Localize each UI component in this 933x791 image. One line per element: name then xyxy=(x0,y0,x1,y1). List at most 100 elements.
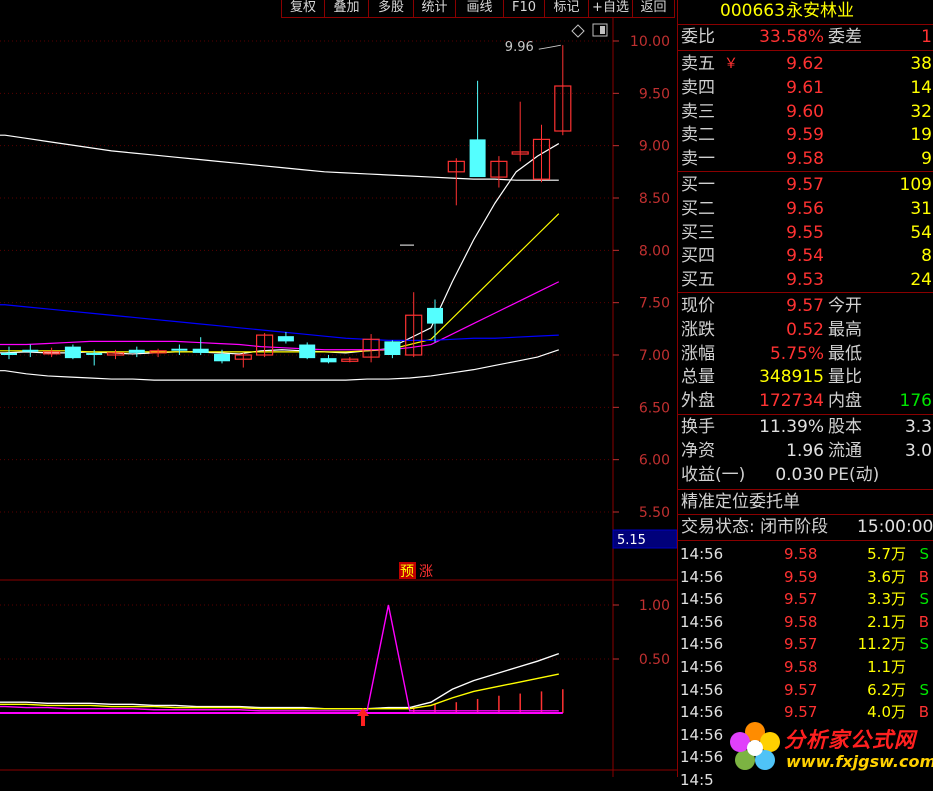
high-price-arrow-icon xyxy=(538,44,561,50)
stock-header[interactable]: 000663 永安林业 xyxy=(680,0,933,22)
price-axis-label: 6.50 xyxy=(639,400,670,416)
price-axis-label: 9.00 xyxy=(639,139,670,155)
buy-level-row[interactable]: 买五 9.53 24 xyxy=(680,269,933,291)
buy-price: 9.53 xyxy=(786,270,824,291)
candle-body xyxy=(277,336,294,342)
buy-level-row[interactable]: 买三 9.55 54 xyxy=(680,222,933,244)
tick-side: S xyxy=(919,545,929,563)
toolbar-button-2[interactable]: 叠加 xyxy=(324,0,369,18)
buy-level-row[interactable]: 买二 9.56 31 xyxy=(680,198,933,220)
tick-volume: 1.1万 xyxy=(867,658,906,676)
tick-volume: 3.3万 xyxy=(867,590,906,609)
candle-body xyxy=(86,352,103,355)
sell-volume: 9 xyxy=(921,149,932,170)
buy-level-row[interactable]: 买一 9.57 109 xyxy=(680,174,933,196)
tick-price: 9.58 xyxy=(784,612,818,631)
trade-status-label: 交易状态: 闭市阶段 xyxy=(681,517,829,537)
stat-label-2: 量比 xyxy=(828,367,862,388)
candle-body xyxy=(384,341,401,355)
stock-name: 永安林业 xyxy=(786,1,854,21)
signal-badge-text: 预 xyxy=(400,564,414,580)
chart-grid: 10.00 9.50 9.00 8.50 8.00 7.50 7.00 6.50 6.00 5.5… xyxy=(0,0,677,777)
tick-row[interactable]: 14:56 9.57 11.2万 S xyxy=(680,633,933,655)
sell-level-row[interactable]: 卖一 9.58 9 xyxy=(680,148,933,170)
kline-chart[interactable]: 10.00 9.50 9.00 8.50 8.00 7.50 7.00 6.50 6.00 5.5… xyxy=(0,0,677,777)
sell-level-row[interactable]: 卖五 ￥ 9.62 38 xyxy=(680,53,933,75)
stat-label-2: 流通 xyxy=(828,440,862,461)
tick-price: 9.57 xyxy=(784,680,818,699)
sell-level-row[interactable]: 卖二 9.59 19 xyxy=(680,124,933,146)
high-price-label: 9.96 xyxy=(505,40,534,55)
price-axis-label: 8.50 xyxy=(639,191,670,207)
price-axis-label: 5.50 xyxy=(639,505,670,521)
tick-volume: 2.1万 xyxy=(867,612,906,631)
watermark-cn: 分析家公式网 xyxy=(784,728,916,752)
weicha-label: 委差 xyxy=(828,27,862,47)
stat-label: 换手 xyxy=(681,417,715,437)
weicha-value: 1 xyxy=(921,27,932,47)
stat-label-2: 股本 xyxy=(828,417,862,437)
toolbar-button-6[interactable]: F10 xyxy=(503,0,545,18)
stat-label: 总量 xyxy=(681,367,715,388)
buy-volume: 24 xyxy=(910,270,932,291)
candle-body xyxy=(128,349,145,353)
buy-label: 买三 xyxy=(681,222,715,243)
tick-row[interactable]: 14:56 9.57 3.3万 S xyxy=(680,588,933,610)
sub-line-white xyxy=(0,652,560,710)
tick-price: 9.59 xyxy=(784,567,818,586)
tick-row[interactable]: 14:56 9.58 5.7万 S xyxy=(680,543,933,565)
tick-row[interactable]: 14:56 9.59 3.6万 B xyxy=(680,566,933,588)
toolbar-button-label: 统计 xyxy=(421,0,448,15)
sub-axis-label: 0.50 xyxy=(639,652,670,668)
toolbar-button-label: 标记 xyxy=(553,0,580,15)
toolbar-button-7[interactable]: 标记 xyxy=(544,0,589,18)
webi-label: 委比 xyxy=(681,27,715,47)
stat-row: 换手 11.39% 股本 3.3 xyxy=(680,416,933,438)
buy-label: 买一 xyxy=(681,175,715,195)
sell-price: 9.59 xyxy=(786,125,824,146)
stat-value: 348915 xyxy=(759,367,824,388)
webi-value: 33.58% xyxy=(759,27,824,47)
tick-time: 14:5 xyxy=(680,771,714,789)
buy-price: 9.55 xyxy=(786,222,824,243)
toolbar-button-label: F10 xyxy=(511,0,537,15)
chart-overlay: 9.96 5.15 预涨 xyxy=(357,23,677,726)
buy-volume: 54 xyxy=(910,222,932,243)
sell-price: 9.60 xyxy=(786,101,824,122)
toolbar-button-9[interactable]: 返回 xyxy=(632,0,675,18)
tick-time: 14:56 xyxy=(680,567,724,586)
tick-row[interactable]: 14:56 9.58 1.1万 xyxy=(680,656,933,678)
trade-status-time: 15:00:00 xyxy=(857,517,933,537)
toolbar-button-5[interactable]: 画线 xyxy=(455,0,504,18)
sell-volume: 32 xyxy=(910,101,932,122)
order-locator-title: 精准定位委托单 xyxy=(681,492,800,512)
stat-value: 1.96 xyxy=(786,440,824,461)
toolbar-button-4[interactable]: 统计 xyxy=(413,0,456,18)
sell-label: 卖二 xyxy=(681,125,715,146)
ma-line-ma5 xyxy=(0,349,559,381)
section-title[interactable]: 精准定位委托单 xyxy=(680,491,933,513)
sell-level-row[interactable]: 卖四 9.61 14 xyxy=(680,77,933,99)
buy-level-row[interactable]: 买四 9.54 8 xyxy=(680,245,933,267)
stat-value: 0.52 xyxy=(786,319,824,340)
tick-time: 14:56 xyxy=(680,545,724,563)
sell-level-row[interactable]: 卖三 9.60 32 xyxy=(680,101,933,123)
toolbar-button-3[interactable]: 多股 xyxy=(368,0,414,18)
buy-volume: 31 xyxy=(910,198,932,219)
toolbar-button-label: 返回 xyxy=(640,0,667,15)
window-icon-inner xyxy=(600,26,605,34)
stat-label: 现价 xyxy=(681,296,715,316)
buy-price: 9.57 xyxy=(786,175,824,195)
candle-body xyxy=(214,353,230,362)
tick-side: S xyxy=(919,590,929,609)
diamond-icon[interactable] xyxy=(571,24,585,38)
sell-volume: 14 xyxy=(910,77,932,98)
candle-body xyxy=(427,307,443,324)
toolbar-button-1[interactable]: 复权 xyxy=(281,0,325,18)
tick-row[interactable]: 14:56 9.58 2.1万 B xyxy=(680,611,933,633)
toolbar-button-8[interactable]: +自选 xyxy=(588,0,633,18)
tick-row[interactable]: 14:56 9.57 6.2万 S xyxy=(680,679,933,701)
stat-row: 外盘 172734 内盘 176 xyxy=(680,390,933,412)
flower-logo-icon xyxy=(730,722,780,770)
sell-price: 9.62 xyxy=(786,54,824,74)
